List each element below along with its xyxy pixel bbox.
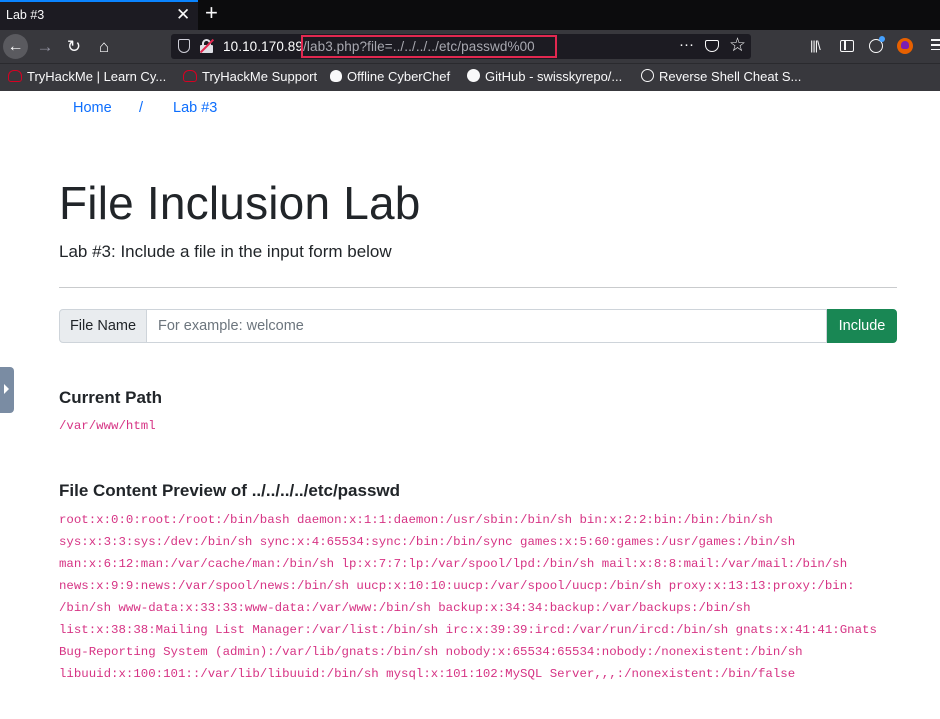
file-content-line: list:x:38:38:Mailing List Manager:/var/l… — [59, 623, 877, 637]
tab-title: Lab #3 — [6, 8, 45, 22]
notification-dot-icon — [879, 36, 885, 42]
bookmark-star-icon[interactable]: ☆ — [729, 34, 746, 57]
file-content-line: root:x:0:0:root:/root:/bin/bash daemon:x… — [59, 513, 773, 527]
bookmark-cyberchef[interactable]: Offline CyberChef — [330, 69, 450, 84]
url-path-highlight-box — [301, 35, 557, 58]
side-panel-toggle[interactable] — [0, 367, 14, 413]
tab-lab3[interactable]: Lab #3 ✕ — [0, 0, 198, 30]
library-icon[interactable]: |||\ — [810, 38, 821, 53]
close-tab-icon[interactable]: ✕ — [176, 5, 190, 25]
bookmark-label: TryHackMe Support — [202, 69, 318, 84]
file-content-line: /bin/sh www-data:x:33:33:www-data:/var/w… — [59, 601, 751, 615]
bookmark-tryhackme-support[interactable]: TryHackMe Support — [183, 69, 317, 84]
file-preview-filename: ../../../../etc/passwd — [251, 481, 401, 500]
reload-icon[interactable]: ↻ — [62, 34, 86, 59]
sidebar-icon[interactable] — [840, 40, 854, 52]
url-bar[interactable]: 10.10.170.89/lab3.php?file=../../../../e… — [171, 34, 751, 59]
navigation-toolbar: ← → ↻ ⌂ 10.10.170.89/lab3.php?file=../..… — [0, 30, 940, 63]
home-icon[interactable]: ⌂ — [92, 34, 116, 59]
breadcrumb-home-link[interactable]: Home — [73, 100, 112, 116]
current-path-value: /var/www/html — [59, 419, 156, 433]
page-title: File Inclusion Lab — [59, 177, 421, 229]
file-preview-heading-prefix: File Content Preview of — [59, 481, 252, 500]
tracking-shield-icon[interactable] — [178, 39, 190, 53]
bookmark-github[interactable]: GitHub - swisskyrepo/... — [467, 69, 622, 84]
file-content-line: news:x:9:9:news:/var/spool/news:/bin/sh … — [59, 579, 855, 593]
file-include-form: File Name Include — [59, 309, 897, 343]
divider — [59, 287, 897, 288]
bookmark-label: GitHub - swisskyrepo/... — [485, 69, 623, 84]
forward-arrow-icon[interactable]: → — [34, 34, 56, 59]
extension-icon[interactable] — [897, 38, 913, 54]
file-name-label: File Name — [59, 309, 147, 343]
breadcrumb-separator: / — [139, 100, 144, 116]
breadcrumb-current[interactable]: Lab #3 — [173, 100, 217, 116]
url-host: 10.10.170.89 — [223, 39, 304, 54]
bookmark-reverse-shell[interactable]: Reverse Shell Cheat S... — [641, 69, 801, 84]
hamburger-menu-icon[interactable] — [931, 39, 940, 53]
current-path-heading: Current Path — [59, 388, 162, 407]
bookmark-label: Reverse Shell Cheat S... — [659, 69, 802, 84]
bookmark-label: Offline CyberChef — [347, 69, 451, 84]
bookmark-tryhackme-learn[interactable]: TryHackMe | Learn Cy... — [8, 69, 166, 84]
bookmark-label: TryHackMe | Learn Cy... — [27, 69, 167, 84]
page-subtitle: Lab #3: Include a file in the input form… — [59, 242, 392, 261]
tab-strip: Lab #3 ✕ + — [0, 0, 940, 30]
include-button[interactable]: Include — [827, 309, 897, 343]
tryhackme-icon — [8, 70, 22, 82]
file-name-input[interactable] — [147, 309, 827, 343]
pocket-icon[interactable] — [705, 40, 719, 52]
insecure-lock-icon[interactable] — [199, 38, 215, 54]
bookmarks-toolbar: TryHackMe | Learn Cy... TryHackMe Suppor… — [0, 63, 940, 91]
file-content-line: libuuid:x:100:101::/var/lib/libuuid:/bin… — [59, 667, 796, 681]
file-content-line: man:x:6:12:man:/var/cache/man:/bin/sh lp… — [59, 557, 848, 571]
new-tab-button[interactable]: + — [205, 1, 218, 25]
globe-icon — [641, 69, 654, 82]
file-preview-heading: File Content Preview of ../../../../etc/… — [59, 481, 400, 501]
file-content: root:x:0:0:root:/root:/bin/bash daemon:x… — [59, 512, 877, 688]
back-arrow-icon[interactable]: ← — [3, 34, 28, 59]
chef-hat-icon — [330, 70, 342, 82]
file-content-line: sys:x:3:3:sys:/dev:/bin/sh sync:x:4:6553… — [59, 535, 796, 549]
file-content-line: Bug-Reporting System (admin):/var/lib/gn… — [59, 645, 803, 659]
github-icon — [467, 69, 480, 82]
page-actions-menu-icon[interactable]: ··· — [679, 36, 694, 53]
tryhackme-icon — [183, 70, 197, 82]
